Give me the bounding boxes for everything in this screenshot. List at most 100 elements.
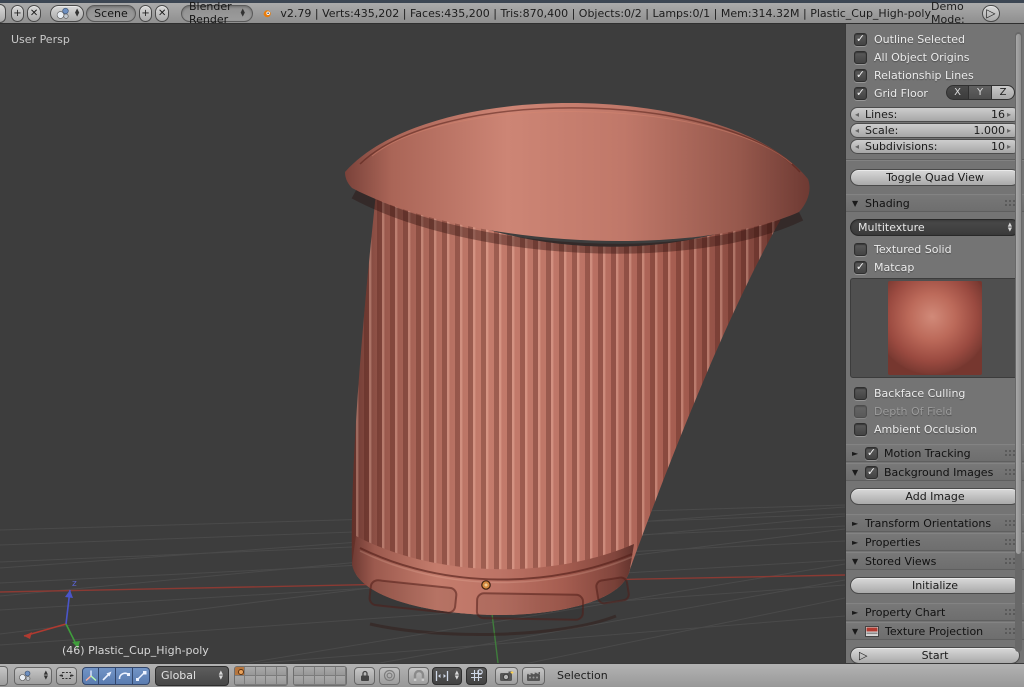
layer-toggle[interactable]	[245, 667, 255, 676]
outline-selected-row[interactable]: ✓ Outline Selected	[846, 30, 1024, 48]
textured-solid-row[interactable]: ✓ Textured Solid	[846, 240, 1024, 258]
editor-type-sliver[interactable]	[0, 666, 8, 686]
depth-of-field-row[interactable]: ✓ Depth Of Field	[846, 402, 1024, 420]
layer-toggle[interactable]	[294, 676, 304, 685]
snap-element-dropdown[interactable]: ▲▼	[432, 667, 462, 685]
panel-header-properties[interactable]: ► Properties	[846, 533, 1024, 551]
ambient-occlusion-row[interactable]: ✓ Ambient Occlusion	[846, 420, 1024, 438]
layout-field-sliver[interactable]	[0, 4, 6, 23]
add-layout-button[interactable]: +	[11, 5, 25, 22]
increment-icon[interactable]: ▸	[1007, 142, 1015, 151]
translate-manipulator-toggle[interactable]	[99, 667, 116, 685]
transform-orientation-dropdown[interactable]: Global ▲▼	[155, 666, 229, 686]
increment-icon[interactable]: ▸	[1007, 110, 1015, 119]
textured-solid-checkbox[interactable]: ✓	[854, 243, 867, 256]
relationship-lines-row[interactable]: ✓ Relationship Lines	[846, 66, 1024, 84]
axis-z-toggle[interactable]: Z	[992, 85, 1015, 100]
add-image-button[interactable]: Add Image	[850, 488, 1020, 505]
layer-toggle[interactable]	[315, 667, 325, 676]
grid-floor-checkbox[interactable]: ✓	[854, 87, 867, 100]
layer-toggle[interactable]	[277, 667, 287, 676]
snap-toggle[interactable]	[408, 667, 429, 685]
layer-toggle[interactable]	[304, 676, 314, 685]
backface-culling-row[interactable]: ✓ Backface Culling	[846, 384, 1024, 402]
layer-toggle[interactable]	[325, 667, 335, 676]
panel-header-background-images[interactable]: ▼ ✓ Background Images	[846, 463, 1024, 481]
outline-selected-checkbox[interactable]: ✓	[854, 33, 867, 46]
grid-floor-row[interactable]: ✓ Grid Floor X Y Z	[846, 84, 1024, 102]
scale-manipulator-toggle[interactable]	[133, 667, 150, 685]
layer-toggle[interactable]	[277, 676, 287, 685]
layer-toggle[interactable]	[245, 676, 255, 685]
manipulator-enable-toggle[interactable]	[82, 667, 99, 685]
close-layout-button[interactable]: ✕	[27, 5, 41, 22]
panel-header-motion-tracking[interactable]: ► ✓ Motion Tracking	[846, 444, 1024, 462]
toggle-quad-view-button[interactable]: Toggle Quad View	[850, 169, 1020, 186]
motion-tracking-checkbox[interactable]: ✓	[865, 447, 878, 460]
lines-field[interactable]: ◂ Lines: 16 ▸	[850, 107, 1020, 122]
panel-header-stored-views[interactable]: ▼ Stored Views	[846, 552, 1024, 570]
object-origin-dot[interactable]	[482, 581, 490, 589]
decrement-icon[interactable]: ◂	[855, 110, 863, 119]
panel-header-property-chart[interactable]: ► Property Chart	[846, 603, 1024, 621]
ambient-occlusion-checkbox[interactable]: ✓	[854, 423, 867, 436]
all-object-origins-row[interactable]: ✓ All Object Origins	[846, 48, 1024, 66]
increment-icon[interactable]: ▸	[1007, 126, 1015, 135]
3d-viewport[interactable]: z User Persp (46) Plastic_Cup_High-poly	[0, 24, 845, 663]
layer-toggle[interactable]	[304, 667, 314, 676]
layer-toggle[interactable]	[336, 676, 346, 685]
relationship-lines-checkbox[interactable]: ✓	[854, 69, 867, 82]
layer-toggle[interactable]	[256, 667, 266, 676]
matcap-row[interactable]: ✓ Matcap	[846, 258, 1024, 276]
initialize-button[interactable]: Initialize	[850, 577, 1020, 594]
axes-icon	[85, 670, 97, 682]
snap-target-button[interactable]	[466, 667, 487, 685]
opengl-render-still-button[interactable]	[495, 667, 518, 685]
proportional-edit-dropdown[interactable]	[379, 667, 400, 685]
scene-name: Scene	[94, 7, 128, 20]
shading-mode-dropdown[interactable]: Multitexture ▲▼	[850, 219, 1020, 236]
panel-header-transform-orientations[interactable]: ► Transform Orientations	[846, 514, 1024, 532]
scrollbar-thumb[interactable]	[1016, 34, 1021, 554]
matcap-preview-box[interactable]	[850, 278, 1019, 378]
layer-toggle[interactable]	[266, 667, 276, 676]
layer-toggle[interactable]	[266, 676, 276, 685]
layer-toggle[interactable]	[294, 667, 304, 676]
ambient-occlusion-label: Ambient Occlusion	[874, 423, 977, 436]
scene-name-field[interactable]: Scene	[86, 5, 136, 22]
layer-toggle[interactable]	[315, 676, 325, 685]
decrement-icon[interactable]: ◂	[855, 126, 863, 135]
add-scene-button[interactable]: +	[139, 5, 153, 22]
axis-y-toggle[interactable]: Y	[969, 85, 992, 100]
demo-play-button[interactable]: ▷	[982, 5, 1000, 22]
panel-header-texture-projection[interactable]: ▼ Texture Projection	[846, 622, 1024, 640]
manipulate-center-points-toggle[interactable]	[56, 667, 77, 685]
opengl-render-animation-button[interactable]	[522, 667, 545, 685]
pivot-point-dropdown[interactable]: ▲▼	[14, 667, 52, 685]
rotate-manipulator-toggle[interactable]	[116, 667, 133, 685]
start-button[interactable]: ▷ Start	[850, 647, 1020, 663]
down-arrow-icon: ▼	[75, 13, 79, 18]
delete-scene-button[interactable]: ✕	[155, 5, 169, 22]
layer-toggle[interactable]	[235, 667, 245, 676]
render-engine-dropdown[interactable]: Blender Render ▲▼	[181, 5, 253, 22]
matcap-sphere-preview[interactable]	[888, 281, 982, 375]
decrement-icon[interactable]: ◂	[855, 142, 863, 151]
panel-header-shading[interactable]: ▼ Shading	[846, 194, 1024, 212]
layer-toggle[interactable]	[235, 676, 245, 685]
sidebar-scrollbar[interactable]	[1015, 32, 1022, 652]
backface-culling-checkbox[interactable]: ✓	[854, 387, 867, 400]
axis-x-toggle[interactable]: X	[946, 85, 969, 100]
layer-toggle[interactable]	[256, 676, 266, 685]
expanded-arrow-icon: ▼	[852, 627, 865, 636]
subdivisions-field[interactable]: ◂ Subdivisions: 10 ▸	[850, 139, 1020, 154]
matcap-checkbox[interactable]: ✓	[854, 261, 867, 274]
plastic-cup-model[interactable]	[345, 103, 810, 634]
background-images-checkbox[interactable]: ✓	[865, 466, 878, 479]
scale-field[interactable]: ◂ Scale: 1.000 ▸	[850, 123, 1020, 138]
scene-browse-dropdown[interactable]: ▲▼	[50, 5, 84, 22]
layer-toggle[interactable]	[336, 667, 346, 676]
layer-toggle[interactable]	[325, 676, 335, 685]
lock-to-scene-toggle[interactable]	[354, 667, 375, 685]
all-object-origins-checkbox[interactable]: ✓	[854, 51, 867, 64]
